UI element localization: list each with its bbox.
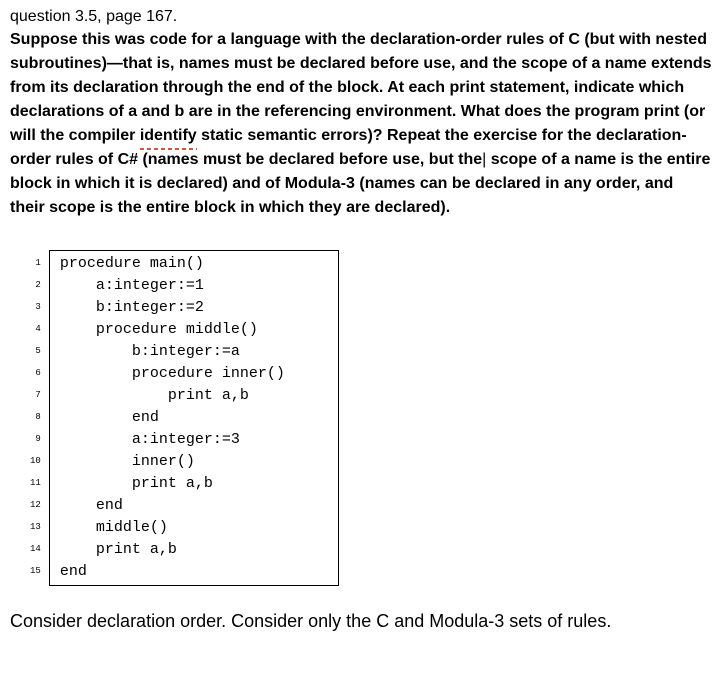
line-number: 8 [35, 406, 40, 428]
line-number: 15 [30, 560, 41, 582]
code-line: end [60, 495, 328, 517]
code-line: procedure middle() [60, 319, 328, 341]
line-number: 14 [30, 538, 41, 560]
question-text: Suppose this was code for a language wit… [10, 28, 712, 220]
line-number: 6 [35, 362, 40, 384]
code-line: b:integer:=a [60, 341, 328, 363]
line-number-gutter: 1 2 3 4 5 6 7 8 9 10 11 12 13 14 15 [30, 250, 49, 586]
code-line: end [60, 407, 328, 429]
code-line: b:integer:=2 [60, 297, 328, 319]
spellcheck-word: identify [140, 124, 197, 148]
instruction-text: Consider declaration order. Consider onl… [10, 611, 712, 632]
code-block: 1 2 3 4 5 6 7 8 9 10 11 12 13 14 15 proc… [30, 250, 712, 586]
line-number: 11 [30, 472, 41, 494]
line-number: 9 [35, 428, 40, 450]
line-number: 7 [35, 384, 40, 406]
line-number: 5 [35, 340, 40, 362]
line-number: 3 [35, 296, 40, 318]
code-line: procedure main() [60, 253, 328, 275]
line-number: 4 [35, 318, 40, 340]
code-line: procedure inner() [60, 363, 328, 385]
line-number: 1 [35, 252, 40, 274]
line-number: 13 [30, 516, 41, 538]
code-line: print a,b [60, 539, 328, 561]
line-number: 2 [35, 274, 40, 296]
code-line: middle() [60, 517, 328, 539]
code-line: inner() [60, 451, 328, 473]
line-number: 10 [30, 450, 41, 472]
code-line: a:integer:=3 [60, 429, 328, 451]
code-line: end [60, 561, 328, 583]
code-line: print a,b [60, 473, 328, 495]
question-reference: question 3.5, page 167. [10, 8, 712, 26]
code-line: print a,b [60, 385, 328, 407]
code-line: a:integer:=1 [60, 275, 328, 297]
code-box: procedure main() a:integer:=1 b:integer:… [49, 250, 339, 586]
line-number: 12 [30, 494, 41, 516]
